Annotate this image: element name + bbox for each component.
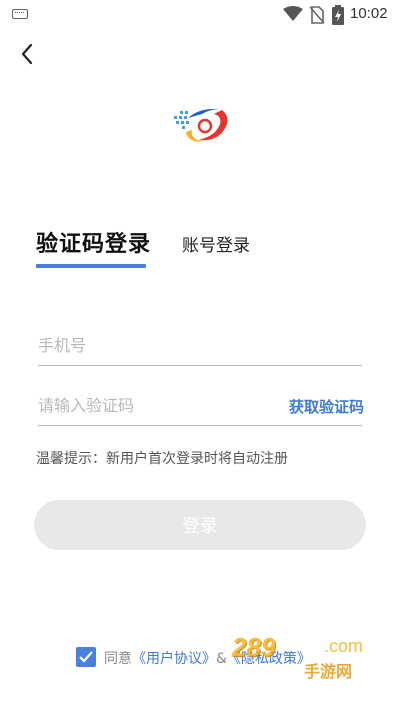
watermark-cn: 手游网 <box>304 662 353 681</box>
site-watermark: 289 .com 手游网 <box>228 632 400 681</box>
app-logo <box>174 109 228 142</box>
code-field-row: 获取验证码 <box>38 384 364 426</box>
user-agreement-link[interactable]: 《用户协议》 <box>132 651 216 667</box>
watermark-com: .com <box>324 636 364 656</box>
status-time: 10:02 <box>350 5 388 22</box>
keyboard-icon <box>12 9 28 19</box>
login-button[interactable]: 登录 <box>34 500 366 550</box>
login-tabs: 验证码登录 账号登录 <box>36 226 366 272</box>
verification-code-input[interactable] <box>38 390 278 420</box>
watermark-number: 289 <box>232 632 276 662</box>
phone-input[interactable] <box>38 330 278 360</box>
active-tab-indicator <box>36 264 146 268</box>
status-bar: 10:02 <box>0 0 400 28</box>
tab-sms-login[interactable]: 验证码登录 <box>36 226 151 258</box>
no-sim-icon <box>309 6 325 24</box>
agreement-prefix: 同意 <box>104 651 132 667</box>
get-code-button[interactable]: 获取验证码 <box>289 396 364 417</box>
back-button[interactable] <box>14 40 42 68</box>
registration-hint: 温馨提示：新用户首次登录时将自动注册 <box>36 451 288 467</box>
agreement-checkbox[interactable] <box>76 647 96 667</box>
tab-account-login[interactable]: 账号登录 <box>182 231 250 256</box>
phone-field-row <box>38 324 362 366</box>
checkmark-icon <box>79 651 93 663</box>
battery-charging-icon <box>332 5 344 25</box>
agreement-joiner: & <box>216 651 227 667</box>
chevron-left-icon <box>21 43 33 65</box>
wifi-icon <box>283 6 303 21</box>
